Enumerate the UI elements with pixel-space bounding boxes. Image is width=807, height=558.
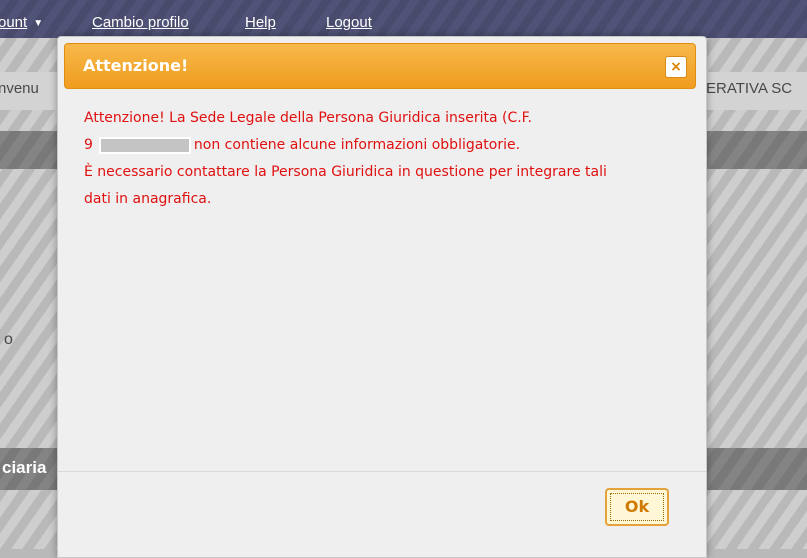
dialog-message: Attenzione! La Sede Legale della Persona… [84,105,684,213]
alert-dialog: Attenzione! × Attenzione! La Sede Legale… [57,36,707,558]
redacted-tax-code [98,136,191,154]
message-line-2: 9 non contiene alcune informazioni obblig… [84,132,684,159]
dialog-divider [58,471,706,472]
message-line-2-text: non contiene alcune informazioni obbliga… [193,137,521,153]
dialog-header: Attenzione! × [64,43,696,89]
close-button[interactable]: × [665,56,687,78]
message-cf-prefix: 9 [84,137,93,153]
ok-button[interactable]: Ok [605,488,669,526]
message-line-1: Attenzione! La Sede Legale della Persona… [84,110,532,126]
dialog-title: Attenzione! [83,56,189,75]
close-icon: × [670,59,682,75]
message-line-4: dati in anagrafica. [84,191,212,207]
message-line-3: È necessario contattare la Persona Giuri… [84,164,607,180]
